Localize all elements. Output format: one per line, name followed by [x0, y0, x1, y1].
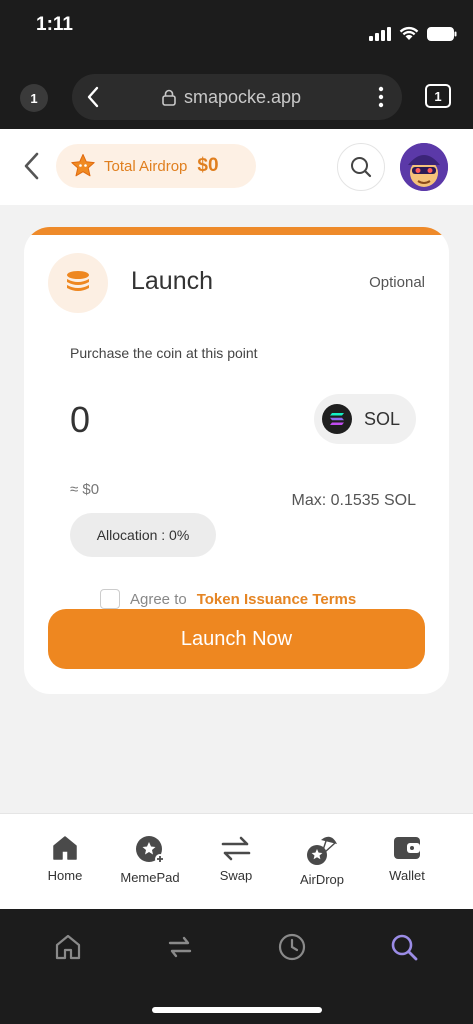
- airdrop-icon: [307, 836, 337, 865]
- more-vertical-icon[interactable]: [378, 86, 384, 108]
- card-subtitle: Purchase the coin at this point: [70, 345, 258, 361]
- nav-label-wallet: Wallet: [389, 868, 425, 883]
- app-bottom-nav: Home MemePad Swap AirDrop Wallet: [0, 813, 473, 913]
- approx-usd-value: ≈ $0: [70, 481, 100, 498]
- swap-arrows-icon[interactable]: [164, 931, 196, 963]
- airdrop-value: $0: [197, 155, 219, 176]
- max-amount-label[interactable]: Max: 0.1535 SOL: [291, 492, 416, 510]
- total-airdrop-pill[interactable]: Total Airdrop $0: [56, 144, 256, 188]
- browser-toolbar: [0, 909, 473, 1024]
- nav-item-swap[interactable]: Swap: [196, 834, 276, 883]
- optional-label: Optional: [369, 274, 425, 291]
- status-icons: [369, 26, 457, 41]
- search-button[interactable]: [337, 143, 385, 191]
- wifi-icon: [399, 26, 419, 40]
- memepad-icon: [136, 836, 165, 864]
- status-time: 1:11: [36, 14, 73, 35]
- launch-now-button[interactable]: Launch Now: [48, 609, 425, 669]
- main-content: Launch Optional Purchase the coin at thi…: [0, 205, 473, 813]
- avatar-image: [400, 143, 448, 191]
- currency-selector[interactable]: SOL: [314, 394, 416, 444]
- battery-icon: [427, 26, 457, 41]
- home-icon: [53, 836, 77, 860]
- card-title: Launch: [131, 267, 214, 295]
- nav-label-memepad: MemePad: [120, 870, 180, 885]
- coin-stack-icon: [67, 271, 89, 291]
- nav-label-airdrop: AirDrop: [299, 872, 345, 887]
- nav-item-memepad[interactable]: MemePad: [110, 834, 190, 885]
- search-icon: [351, 157, 372, 178]
- agree-checkbox[interactable]: [100, 589, 120, 609]
- tab-group-badge[interactable]: 1: [20, 84, 48, 112]
- agree-terms-row: Agree to Token Issuance Terms: [100, 589, 356, 609]
- home-indicator: [152, 1007, 322, 1013]
- allocation-badge: Allocation : 0%: [70, 513, 216, 557]
- amount-input[interactable]: 0: [70, 399, 90, 441]
- card-accent-bar: [24, 227, 449, 235]
- tabs-count-button[interactable]: 1: [425, 84, 451, 108]
- search-icon[interactable]: [388, 931, 420, 963]
- solana-icon: [322, 404, 352, 434]
- history-icon[interactable]: [276, 931, 308, 963]
- star-icon: [71, 154, 95, 177]
- currency-label: SOL: [364, 408, 401, 429]
- url-text: smapocke.app: [184, 87, 302, 107]
- app-header: Total Airdrop $0: [0, 129, 473, 205]
- nav-item-wallet[interactable]: Wallet: [367, 834, 447, 883]
- swap-icon: [221, 836, 251, 861]
- url-field[interactable]: smapocke.app: [72, 74, 402, 120]
- airdrop-label: Total Airdrop: [104, 157, 188, 175]
- token-issuance-terms-link[interactable]: Token Issuance Terms: [197, 591, 357, 608]
- browser-address-bar: 1 smapocke.app 1: [0, 62, 473, 129]
- avatar[interactable]: [400, 143, 448, 191]
- coin-stack-badge: [48, 253, 108, 313]
- status-bar: 1:11: [0, 0, 473, 62]
- lock-icon: [162, 89, 176, 106]
- launch-card: Launch Optional Purchase the coin at thi…: [24, 227, 449, 694]
- nav-label-home: Home: [47, 868, 83, 883]
- back-chevron-icon[interactable]: [22, 151, 40, 181]
- signal-icon: [369, 26, 391, 41]
- nav-label-swap: Swap: [219, 868, 253, 883]
- nav-item-home[interactable]: Home: [25, 834, 105, 883]
- wallet-icon: [394, 837, 420, 859]
- agree-text: Agree to: [130, 590, 187, 608]
- nav-item-airdrop[interactable]: AirDrop: [282, 834, 362, 887]
- home-icon[interactable]: [52, 931, 84, 963]
- chevron-left-icon[interactable]: [86, 86, 100, 108]
